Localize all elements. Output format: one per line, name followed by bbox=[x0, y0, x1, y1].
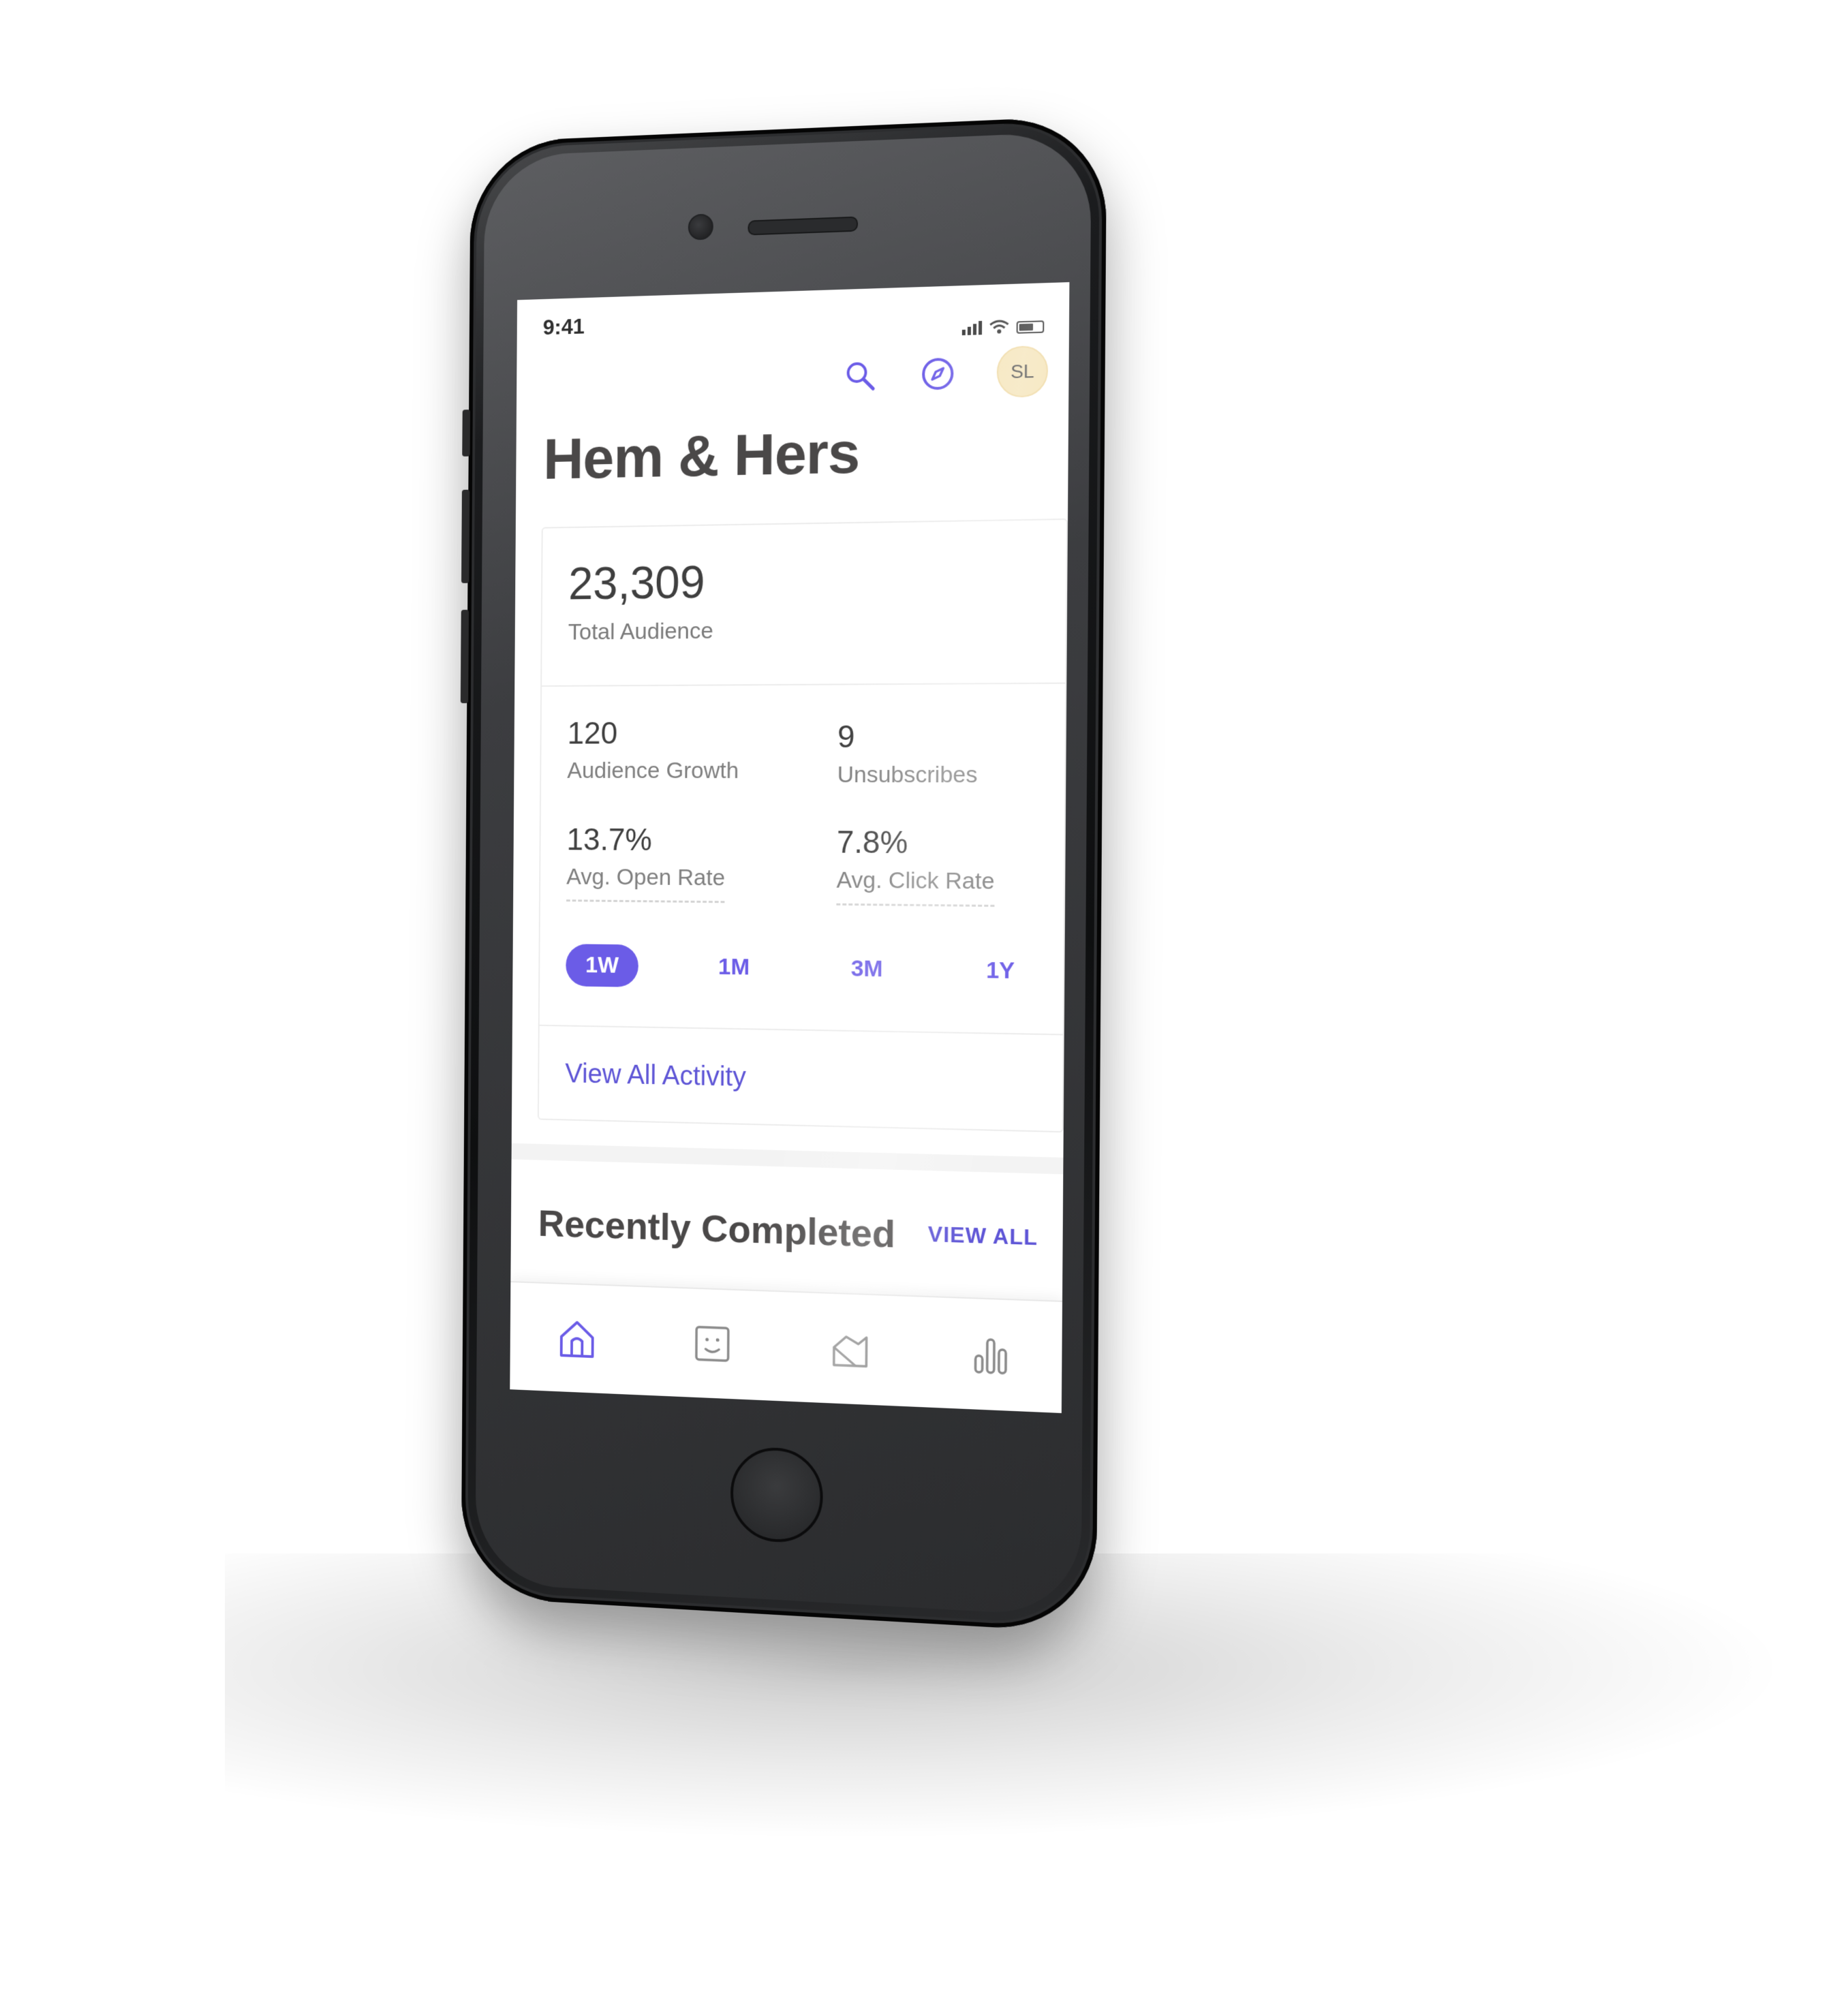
total-audience-block: 23,309 Total Audience bbox=[568, 555, 714, 645]
battery-icon bbox=[1017, 320, 1045, 334]
stat-click-rate[interactable]: 7.8% Avg. Click Rate bbox=[836, 823, 995, 907]
total-audience-label: Total Audience bbox=[568, 618, 713, 646]
home-icon[interactable] bbox=[551, 1311, 603, 1367]
range-1m-button[interactable]: 1M bbox=[698, 945, 770, 989]
range-1y-button[interactable]: 1Y bbox=[966, 948, 1036, 993]
reports-icon[interactable] bbox=[963, 1326, 1018, 1383]
stat-label: Avg. Click Rate bbox=[836, 867, 994, 907]
recently-completed-heading: Recently Completed bbox=[538, 1201, 895, 1256]
signal-icon bbox=[962, 321, 982, 335]
stat-label: Unsubscribes bbox=[837, 762, 978, 789]
audience-summary-card: 23,309 Total Audience 120 Audience Growt… bbox=[538, 519, 1068, 1132]
stat-unsubscribes: 9 Unsubscribes bbox=[837, 717, 979, 788]
total-audience-value: 23,309 bbox=[568, 555, 714, 610]
search-icon[interactable] bbox=[842, 356, 880, 396]
view-all-link[interactable]: VIEW ALL bbox=[928, 1222, 1038, 1251]
stat-value: 9 bbox=[837, 717, 978, 755]
volume-up-button bbox=[461, 490, 469, 583]
stat-value: 7.8% bbox=[837, 823, 995, 861]
card-divider bbox=[542, 683, 1065, 687]
section-separator bbox=[512, 1143, 1064, 1175]
time-range-selector: 1W 1M 3M 1Y bbox=[566, 943, 1036, 993]
campaigns-icon[interactable] bbox=[823, 1321, 878, 1378]
stat-label: Avg. Open Rate bbox=[566, 864, 725, 903]
range-3m-button[interactable]: 3M bbox=[831, 946, 904, 991]
mute-switch bbox=[462, 409, 470, 457]
stat-open-rate[interactable]: 13.7% Avg. Open Rate bbox=[566, 821, 725, 903]
volume-down-button bbox=[461, 610, 469, 703]
audience-icon[interactable] bbox=[686, 1316, 739, 1372]
stat-value: 120 bbox=[568, 714, 739, 751]
view-all-activity-link[interactable]: View All Activity bbox=[565, 1059, 746, 1093]
card-divider bbox=[540, 1025, 1063, 1036]
phone-device: 9:41 SL Hem & Hers 23,309 Total Audience… bbox=[461, 115, 1107, 1633]
header-actions: SL bbox=[841, 345, 1048, 402]
range-1w-button[interactable]: 1W bbox=[566, 944, 638, 987]
status-time: 9:41 bbox=[543, 314, 585, 340]
stat-label: Audience Growth bbox=[567, 758, 739, 784]
stat-value: 13.7% bbox=[566, 821, 725, 859]
page-title: Hem & Hers bbox=[543, 419, 860, 493]
compass-icon[interactable] bbox=[919, 354, 957, 394]
avatar[interactable]: SL bbox=[997, 345, 1049, 398]
status-icons bbox=[962, 318, 1045, 335]
wifi-icon bbox=[989, 319, 1009, 335]
app-screen: 9:41 SL Hem & Hers 23,309 Total Audience… bbox=[510, 282, 1069, 1413]
stat-audience-growth: 120 Audience Growth bbox=[567, 714, 739, 784]
